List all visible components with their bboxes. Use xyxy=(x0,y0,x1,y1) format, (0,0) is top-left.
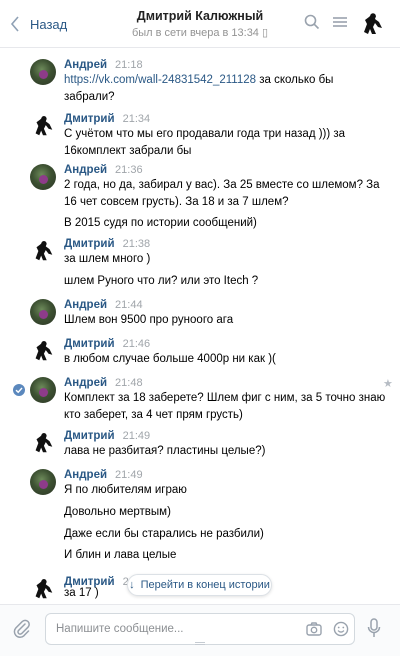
chat-partner-avatar[interactable] xyxy=(358,10,386,38)
avatar[interactable] xyxy=(30,576,56,602)
message-author[interactable]: Дмитрий 21:49 xyxy=(64,430,150,442)
more-menu-icon[interactable] xyxy=(332,14,348,30)
message-text: Даже если бы старались не разбили) xyxy=(64,528,264,540)
message-author[interactable]: Дмитрий 21:46 xyxy=(64,338,150,350)
message-text: забрали? xyxy=(64,91,115,103)
message-text: И блин и лава целые xyxy=(64,549,177,561)
chat-header: Назад Дмитрий Калюжный был в сети вчера … xyxy=(0,0,400,48)
avatar[interactable] xyxy=(30,59,56,85)
message-time[interactable]: 21:18 xyxy=(115,59,143,71)
message-input-box[interactable] xyxy=(45,613,355,645)
message-text: https://vk.com/wall-24831542_211128 за с… xyxy=(64,74,334,86)
message-time[interactable]: 21:44 xyxy=(115,299,143,311)
avatar[interactable] xyxy=(30,469,56,495)
message-text: С учётом что мы его продавали года три н… xyxy=(64,128,346,140)
message-author[interactable]: Андрей 21:44 xyxy=(64,299,143,311)
star-icon[interactable]: ★ xyxy=(383,377,393,390)
message-author[interactable]: Дмитрий 21:34 xyxy=(64,113,150,125)
search-icon[interactable] xyxy=(304,14,320,30)
message-text: за шлем много ) xyxy=(64,253,151,265)
message-text: за 17 ) xyxy=(64,587,99,599)
message-time[interactable]: 21:46 xyxy=(123,338,151,350)
message-author[interactable]: Андрей 21:48 xyxy=(64,377,143,389)
message-composer xyxy=(0,604,400,656)
message-text: шлем Руного что ли? или это Itech ? xyxy=(64,275,259,287)
arrow-down-icon: ↓ xyxy=(129,579,135,591)
message-history[interactable]: Андрей 21:18 https://vk.com/wall-24831542… xyxy=(0,49,400,604)
avatar[interactable] xyxy=(30,113,56,139)
message-input[interactable] xyxy=(56,614,296,644)
chat-title-block[interactable]: Дмитрий Калюжный был в сети вчера в 13:3… xyxy=(100,9,300,39)
camera-icon[interactable] xyxy=(306,622,322,636)
avatar[interactable] xyxy=(30,299,56,325)
message-text: Шлем вон 9500 про руноого ага xyxy=(64,314,234,326)
goalie-avatar-image xyxy=(35,578,53,599)
message-text: 16 чет совсем грусть). За 18 и за 7 шлем… xyxy=(64,196,289,208)
avatar[interactable] xyxy=(30,164,56,190)
message-text: В 2015 судя по истории сообщений) xyxy=(64,217,257,229)
attach-icon[interactable] xyxy=(13,619,31,639)
message-time[interactable]: 21:38 xyxy=(123,238,151,250)
message-text: лава не разбитая? пластины целые?) xyxy=(64,445,266,457)
jump-to-end-label: Перейти в конец истории xyxy=(140,579,270,591)
message-text: 2 года, но да, забирал у вас). За 25 вме… xyxy=(64,179,380,191)
message-text: в любом случае больше 4000р ни как )( xyxy=(64,353,276,365)
goalie-avatar-image xyxy=(35,340,53,361)
message-text: Довольно мертвым) xyxy=(64,506,171,518)
back-button[interactable]: Назад xyxy=(10,15,67,33)
mobile-icon: ▯ xyxy=(262,27,269,39)
back-label: Назад xyxy=(30,16,68,32)
goalie-avatar-image xyxy=(35,240,53,261)
chat-title: Дмитрий Калюжный xyxy=(136,9,264,23)
message-author[interactable]: Андрей 21:36 xyxy=(64,164,143,176)
message-author[interactable]: Дмитрий 21:38 xyxy=(64,238,150,250)
message-text: 16комплект забрали бы xyxy=(64,145,192,157)
message-time[interactable]: 21:49 xyxy=(115,469,143,481)
message-text: Я по любителям играю xyxy=(64,484,187,496)
resize-grip[interactable] xyxy=(195,642,205,645)
emoji-icon[interactable] xyxy=(333,621,349,637)
online-status: был в сети вчера в 13:34 ▯ xyxy=(131,27,269,39)
avatar[interactable] xyxy=(30,430,56,456)
chevron-left-icon xyxy=(10,16,19,32)
avatar[interactable] xyxy=(30,238,56,264)
selected-check-icon[interactable] xyxy=(13,384,25,396)
message-time[interactable]: 21:49 xyxy=(123,430,151,442)
goalie-avatar-image xyxy=(35,115,53,136)
message-text: кто заберет, за 4 чет прям грусть) xyxy=(64,409,243,421)
goalie-avatar-image xyxy=(35,432,53,453)
message-time[interactable]: 21:48 xyxy=(115,377,143,389)
avatar[interactable] xyxy=(30,377,56,403)
message-link[interactable]: https://vk.com/wall-24831542_211128 xyxy=(64,74,256,86)
message-author[interactable]: Андрей 21:18 xyxy=(64,59,143,71)
message-time[interactable]: 21:36 xyxy=(115,164,143,176)
avatar[interactable] xyxy=(30,338,56,364)
message-author[interactable]: Андрей 21:49 xyxy=(64,469,143,481)
message-time[interactable]: 21:34 xyxy=(123,113,151,125)
message-text: Комплект за 18 заберете? Шлем фиг с ним,… xyxy=(64,392,386,404)
jump-to-end-button[interactable]: ↓ Перейти в конец истории xyxy=(127,574,272,596)
microphone-icon[interactable] xyxy=(367,618,381,638)
